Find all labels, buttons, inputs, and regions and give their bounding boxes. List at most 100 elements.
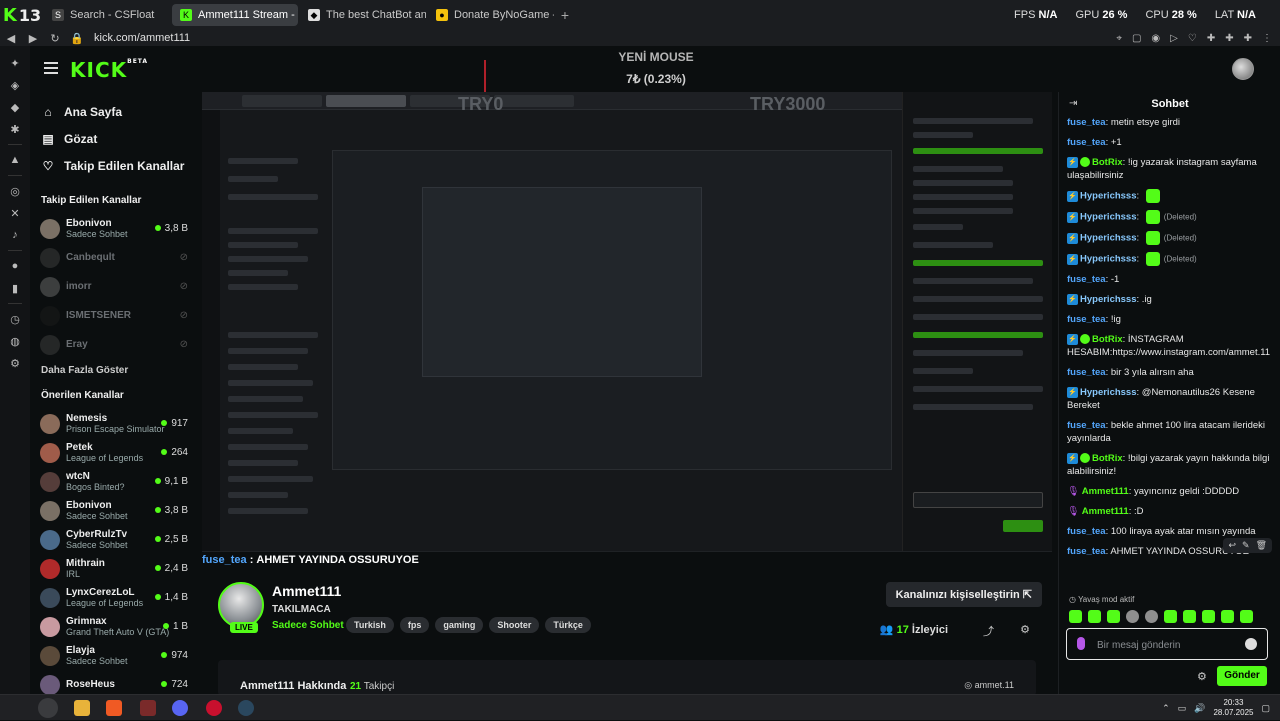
send-button[interactable]: Gönder: [1217, 666, 1267, 686]
clock[interactable]: 20:33 28.07.2025: [1213, 698, 1253, 718]
emote-icon[interactable]: [1069, 610, 1082, 623]
tab-chatbot[interactable]: ◆ The best ChatBot and W: [300, 4, 426, 26]
chat-username[interactable]: fuse_tea: [1067, 526, 1106, 537]
chat-message-input[interactable]: [1097, 637, 1237, 653]
extension-icon[interactable]: ✚: [1207, 33, 1215, 44]
bottle-icon[interactable]: ▮: [8, 281, 22, 295]
delete-icon[interactable]: 🗑: [1256, 540, 1267, 551]
chat-message[interactable]: ⚡ Hyperichsss:: [1067, 189, 1273, 203]
tag[interactable]: gaming: [435, 617, 484, 633]
settings-icon[interactable]: ⚙: [8, 356, 22, 370]
chat-message[interactable]: fuse_tea: -1: [1067, 273, 1273, 286]
recommended-channel[interactable]: Petek League of Legends 264: [30, 438, 202, 467]
kick-icon[interactable]: ▲: [8, 153, 22, 167]
emote-icon[interactable]: [1183, 610, 1196, 623]
nav-browse[interactable]: ▤ Gözat: [30, 125, 202, 152]
browser-logo[interactable]: K 13: [0, 0, 44, 30]
show-more-link[interactable]: Daha Fazla Göster: [30, 365, 202, 376]
chat-username[interactable]: fuse_tea: [1067, 137, 1106, 148]
notification-icon[interactable]: ▢: [1261, 703, 1270, 714]
discord-icon[interactable]: [172, 700, 188, 716]
chat-username[interactable]: BotRix: [1092, 157, 1123, 168]
chat-username[interactable]: Ammet111: [1082, 506, 1129, 517]
url-field[interactable]: kick.com/ammet111: [94, 32, 190, 44]
network-icon[interactable]: ▭: [1178, 703, 1187, 714]
emote-icon[interactable]: [1088, 610, 1101, 623]
emote-icon[interactable]: [1164, 610, 1177, 623]
chat-message[interactable]: ⚡ BotRix: !ig yazarak instagram sayfama u…: [1067, 156, 1273, 182]
camera-icon[interactable]: ◉: [1151, 33, 1160, 44]
emoji-picker-icon[interactable]: [1245, 638, 1257, 650]
steam-icon[interactable]: [238, 700, 254, 716]
play-icon[interactable]: ▷: [1170, 33, 1178, 44]
stream-category[interactable]: Sadece Sohbet: [272, 620, 344, 631]
tag[interactable]: fps: [399, 617, 430, 633]
opera-gx-icon[interactable]: [206, 700, 222, 716]
recommended-channel[interactable]: Mithrain IRL 2,4 B: [30, 554, 202, 583]
reply-icon[interactable]: ↩: [1228, 540, 1236, 551]
chat-message[interactable]: ⚡ Hyperichsss: (Deleted): [1067, 210, 1273, 224]
emote-icon[interactable]: [1202, 610, 1215, 623]
chat-username[interactable]: BotRix: [1092, 334, 1123, 345]
back-icon[interactable]: ◀: [0, 32, 22, 45]
chat-message[interactable]: ⚡ Hyperichsss: @Nemonautilus26 Kesene Ber…: [1067, 386, 1273, 412]
share-icon[interactable]: ⤴: [983, 623, 994, 639]
user-avatar[interactable]: [1232, 58, 1254, 80]
recommended-channel[interactable]: LynxCerezLoL League of Legends 1,4 B: [30, 583, 202, 612]
extension-icon[interactable]: ✚: [1225, 33, 1233, 44]
instagram-icon[interactable]: ◎: [8, 184, 22, 198]
new-tab-button[interactable]: +: [556, 6, 574, 24]
chat-username[interactable]: fuse_tea: [1067, 546, 1106, 557]
screenshot-icon[interactable]: ▢: [1132, 33, 1141, 44]
streamer-name[interactable]: Ammet111: [272, 583, 341, 599]
twitch-icon[interactable]: ◈: [8, 78, 22, 92]
emote-icon[interactable]: [1126, 610, 1139, 623]
chat-username[interactable]: Ammet111: [1082, 486, 1129, 497]
chat-username[interactable]: Hyperichsss: [1080, 212, 1137, 223]
pin-icon[interactable]: ⌖: [1116, 33, 1122, 44]
game-icon[interactable]: [140, 700, 156, 716]
chat-username[interactable]: fuse_tea: [1067, 314, 1106, 325]
chat-message[interactable]: ⚡ BotRix: İNSTAGRAM HESABIM:https://www.i…: [1067, 333, 1273, 359]
kick-logo[interactable]: KICKBETA: [70, 58, 148, 82]
file-explorer-icon[interactable]: [74, 700, 90, 716]
recommended-channel[interactable]: wtcN Bogos Binted? 9,1 B: [30, 467, 202, 496]
chat-message[interactable]: 🎙 Ammet111: :D: [1067, 505, 1273, 518]
chat-settings-icon[interactable]: ⚙: [1197, 670, 1207, 683]
emote-icon[interactable]: [1107, 610, 1120, 623]
tab-donate[interactable]: ● Donate ByNoGame - Gele: [428, 4, 554, 26]
lock-icon[interactable]: 🔒: [66, 32, 88, 45]
pin-icon[interactable]: ✎: [1242, 540, 1250, 551]
emote-icon[interactable]: [1145, 610, 1158, 623]
chat-message[interactable]: ⚡ BotRix: !bilgi yazarak yayın hakkında b…: [1067, 452, 1273, 478]
recommended-channel[interactable]: Nemesis Prison Escape Simulator 917: [30, 409, 202, 438]
chat-message[interactable]: ⚡ Hyperichsss: (Deleted): [1067, 231, 1273, 245]
emote-icon[interactable]: [1240, 610, 1253, 623]
chat-username[interactable]: BotRix: [1092, 453, 1123, 464]
recommended-channel[interactable]: Ebonivon Sadece Sohbet 3,8 B: [30, 496, 202, 525]
instagram-link[interactable]: ◎ ammet.11: [964, 680, 1014, 691]
history-icon[interactable]: ◍: [8, 334, 22, 348]
chat-message[interactable]: fuse_tea: +1: [1067, 136, 1273, 149]
chat-message[interactable]: ⚡ Hyperichsss: .ig: [1067, 293, 1273, 306]
customize-channel-button[interactable]: Kanalınızı kişiselleştirin ⇱: [885, 582, 1042, 607]
chat-username[interactable]: fuse_tea: [1067, 274, 1106, 285]
followed-channel-ebonivon[interactable]: Ebonivon Sadece Sohbet 3,8 B: [30, 214, 202, 243]
chat-username[interactable]: Hyperichsss: [1080, 254, 1137, 265]
followed-channel-eray[interactable]: Eray ⊘: [30, 330, 202, 359]
chat-message[interactable]: 🎙 Ammet111: yayıncınız geldi :DDDDD: [1067, 485, 1273, 498]
volume-icon[interactable]: 🔊: [1194, 703, 1205, 714]
chat-username[interactable]: fuse_tea: [1067, 367, 1106, 378]
music-icon[interactable]: ♪: [8, 228, 22, 242]
brave-icon[interactable]: [106, 700, 122, 716]
recommended-channel[interactable]: Grimnax Grand Theft Auto V (GTA) 1 B: [30, 612, 202, 641]
video-player[interactable]: TRY0 TRY3000: [202, 92, 1052, 552]
chat-username[interactable]: fuse_tea: [1067, 117, 1106, 128]
chat-message[interactable]: fuse_tea: bekle ahmet 100 lira atacam il…: [1067, 419, 1273, 445]
gaming-icon[interactable]: ✦: [8, 56, 22, 70]
followed-channel-canbeqult[interactable]: Canbeqult ⊘: [30, 243, 202, 272]
forward-icon[interactable]: ▶: [22, 32, 44, 45]
tag[interactable]: Turkish: [346, 617, 394, 633]
chat-message[interactable]: fuse_tea: 100 liraya ayak atar mısın yay…: [1067, 525, 1273, 538]
followed-channel-imorr[interactable]: imorr ⊘: [30, 272, 202, 301]
